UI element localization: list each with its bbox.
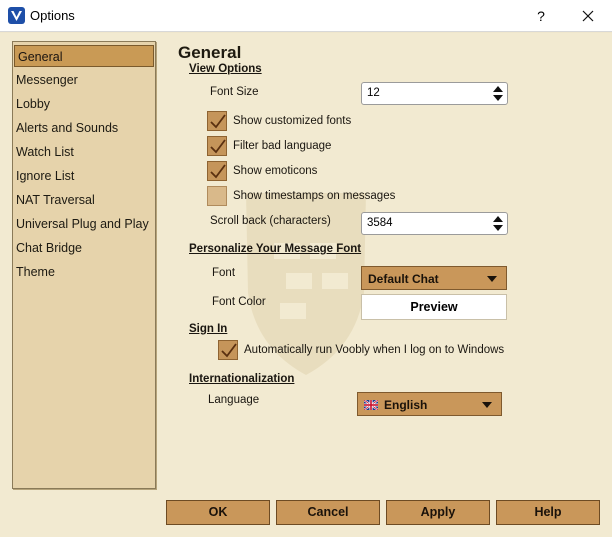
show-timestamps-label: Show timestamps on messages (233, 190, 396, 202)
sign-in-heading: Sign In (189, 323, 228, 335)
font-size-label: Font Size (210, 86, 259, 98)
sidebar-item-lobby[interactable]: Lobby (14, 93, 154, 115)
scroll-back-value: 3584 (367, 217, 393, 229)
voobly-logo-icon (8, 7, 25, 24)
scroll-back-stepper[interactable]: 3584 (361, 212, 508, 235)
options-category-list: General Messenger Lobby Alerts and Sound… (12, 41, 156, 489)
auto-run-label: Automatically run Voobly when I log on t… (244, 344, 505, 356)
sidebar-item-label: Messenger (16, 73, 78, 87)
sidebar-item-general[interactable]: General (14, 45, 154, 67)
show-emoticons-label: Show emoticons (233, 165, 318, 177)
spin-down-icon[interactable] (493, 225, 503, 231)
uk-flag-icon (364, 400, 378, 410)
language-label: Language (208, 394, 260, 406)
sidebar-item-label: Universal Plug and Play (16, 217, 149, 231)
view-options-heading: View Options (189, 63, 262, 75)
ok-button[interactable]: OK (166, 500, 270, 525)
filter-bad-language-checkbox[interactable] (207, 136, 227, 156)
internationalization-heading: Internationalization (189, 373, 295, 385)
sidebar-item-label: Ignore List (16, 169, 75, 183)
personalize-font-heading: Personalize Your Message Font (189, 243, 362, 255)
scroll-back-label: Scroll back (characters) (210, 215, 331, 227)
font-select-value: Default Chat (368, 272, 439, 286)
sidebar-item-label: Chat Bridge (16, 241, 83, 255)
spin-up-icon[interactable] (493, 216, 503, 222)
font-select[interactable]: Default Chat (361, 266, 507, 290)
auto-run-checkbox[interactable] (218, 340, 238, 360)
sidebar-item-watch-list[interactable]: Watch List (14, 141, 154, 163)
font-size-spin-buttons[interactable] (493, 85, 503, 102)
font-size-value: 12 (367, 87, 380, 99)
sidebar-item-label: Theme (16, 265, 55, 279)
scroll-back-spin-buttons[interactable] (493, 215, 503, 232)
sidebar-item-label: Alerts and Sounds (16, 121, 119, 135)
sidebar-item-label: Lobby (16, 97, 51, 111)
show-customized-fonts-label: Show customized fonts (233, 115, 352, 127)
font-preview-button[interactable]: Preview (361, 294, 507, 320)
language-select[interactable]: English (357, 392, 502, 416)
sidebar-item-label: NAT Traversal (16, 193, 95, 207)
page-title: General (178, 43, 242, 62)
sidebar-item-universal-plug-and-play[interactable]: Universal Plug and Play (14, 213, 154, 235)
language-select-value: English (384, 398, 428, 412)
options-dialog: General Messenger Lobby Alerts and Sound… (0, 33, 612, 537)
spin-down-icon[interactable] (493, 95, 503, 101)
font-color-label: Font Color (212, 296, 266, 308)
help-button[interactable]: Help (496, 500, 600, 525)
close-icon[interactable] (566, 2, 610, 30)
font-label: Font (212, 267, 236, 279)
title-bar: Options ? (0, 0, 612, 32)
sidebar-item-messenger[interactable]: Messenger (14, 69, 154, 91)
font-size-stepper[interactable]: 12 (361, 82, 508, 105)
show-customized-fonts-checkbox[interactable] (207, 111, 227, 131)
cancel-button[interactable]: Cancel (276, 500, 380, 525)
sidebar-item-chat-bridge[interactable]: Chat Bridge (14, 237, 154, 259)
sidebar-item-alerts-and-sounds[interactable]: Alerts and Sounds (14, 117, 154, 139)
sidebar-item-theme[interactable]: Theme (14, 261, 154, 283)
chevron-down-icon (482, 402, 492, 408)
help-icon[interactable]: ? (526, 3, 556, 29)
apply-button[interactable]: Apply (386, 500, 490, 525)
sidebar-item-label: General (18, 50, 63, 64)
sidebar-item-nat-traversal[interactable]: NAT Traversal (14, 189, 154, 211)
show-timestamps-checkbox[interactable] (207, 186, 227, 206)
sidebar-item-ignore-list[interactable]: Ignore List (14, 165, 154, 187)
spin-up-icon[interactable] (493, 86, 503, 92)
sidebar-item-label: Watch List (16, 145, 74, 159)
filter-bad-language-label: Filter bad language (233, 140, 332, 152)
window-title: Options (30, 8, 75, 23)
show-emoticons-checkbox[interactable] (207, 161, 227, 181)
chevron-down-icon (487, 276, 497, 282)
